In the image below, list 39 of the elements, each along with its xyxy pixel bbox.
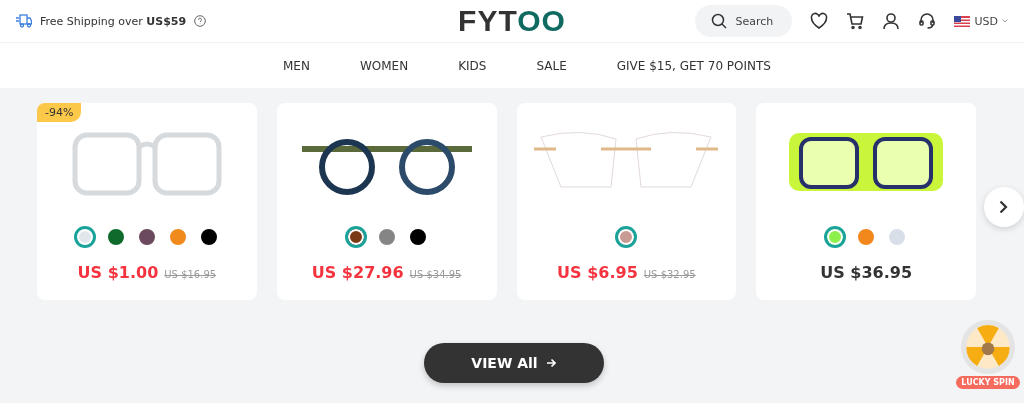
user-icon[interactable] bbox=[882, 12, 901, 30]
original-price: US $32.95 bbox=[643, 269, 696, 280]
original-price: US $16.95 bbox=[164, 269, 217, 280]
caret-icon bbox=[1002, 19, 1008, 23]
arrow-right-icon bbox=[545, 358, 556, 368]
nav-link[interactable]: GIVE $15, GET 70 POINTS bbox=[616, 58, 771, 73]
search-icon bbox=[711, 13, 728, 29]
truck-icon bbox=[16, 14, 32, 28]
product-card[interactable]: US $36.95 bbox=[756, 103, 976, 300]
product-card[interactable]: US $27.96 US $34.95 bbox=[276, 103, 497, 300]
nav-link[interactable]: SALE bbox=[536, 58, 567, 73]
nav-link[interactable]: WOMEN bbox=[359, 58, 409, 73]
product-card[interactable]: -94% US $1.00 US $16.95 bbox=[37, 103, 257, 300]
spin-wheel-icon[interactable] bbox=[960, 319, 1016, 375]
price: US $27.96 bbox=[311, 263, 404, 282]
product-card[interactable]: US $6.95 US $32.95 bbox=[516, 103, 737, 300]
price: US $1.00 bbox=[77, 263, 159, 282]
color-swatch[interactable] bbox=[344, 226, 367, 248]
color-swatch[interactable] bbox=[615, 226, 638, 248]
search-field[interactable]: Search bbox=[695, 5, 793, 37]
nav-link[interactable]: KIDS bbox=[458, 58, 487, 73]
headset-icon[interactable] bbox=[918, 12, 937, 30]
currency-selector[interactable]: USD bbox=[954, 14, 1008, 28]
color-swatch[interactable] bbox=[824, 226, 847, 248]
cart-icon[interactable] bbox=[846, 12, 865, 30]
shipping-text: Free Shipping over US$59 bbox=[40, 14, 187, 28]
next-button[interactable] bbox=[984, 187, 1024, 227]
original-price: US $34.95 bbox=[409, 269, 462, 280]
flag-icon bbox=[954, 15, 971, 27]
price: US $6.95 bbox=[557, 263, 638, 282]
discount-badge: -94% bbox=[37, 103, 82, 122]
view-all-button[interactable]: VIEW All bbox=[423, 343, 604, 383]
heart-icon[interactable] bbox=[810, 12, 829, 30]
price: US $36.95 bbox=[820, 263, 913, 282]
color-swatch[interactable] bbox=[73, 226, 96, 248]
nav-link[interactable]: MEN bbox=[283, 58, 310, 73]
site-logo[interactable]: FYTOO bbox=[458, 4, 566, 38]
chevron-right-icon bbox=[999, 200, 1009, 214]
help-icon[interactable] bbox=[194, 15, 207, 27]
